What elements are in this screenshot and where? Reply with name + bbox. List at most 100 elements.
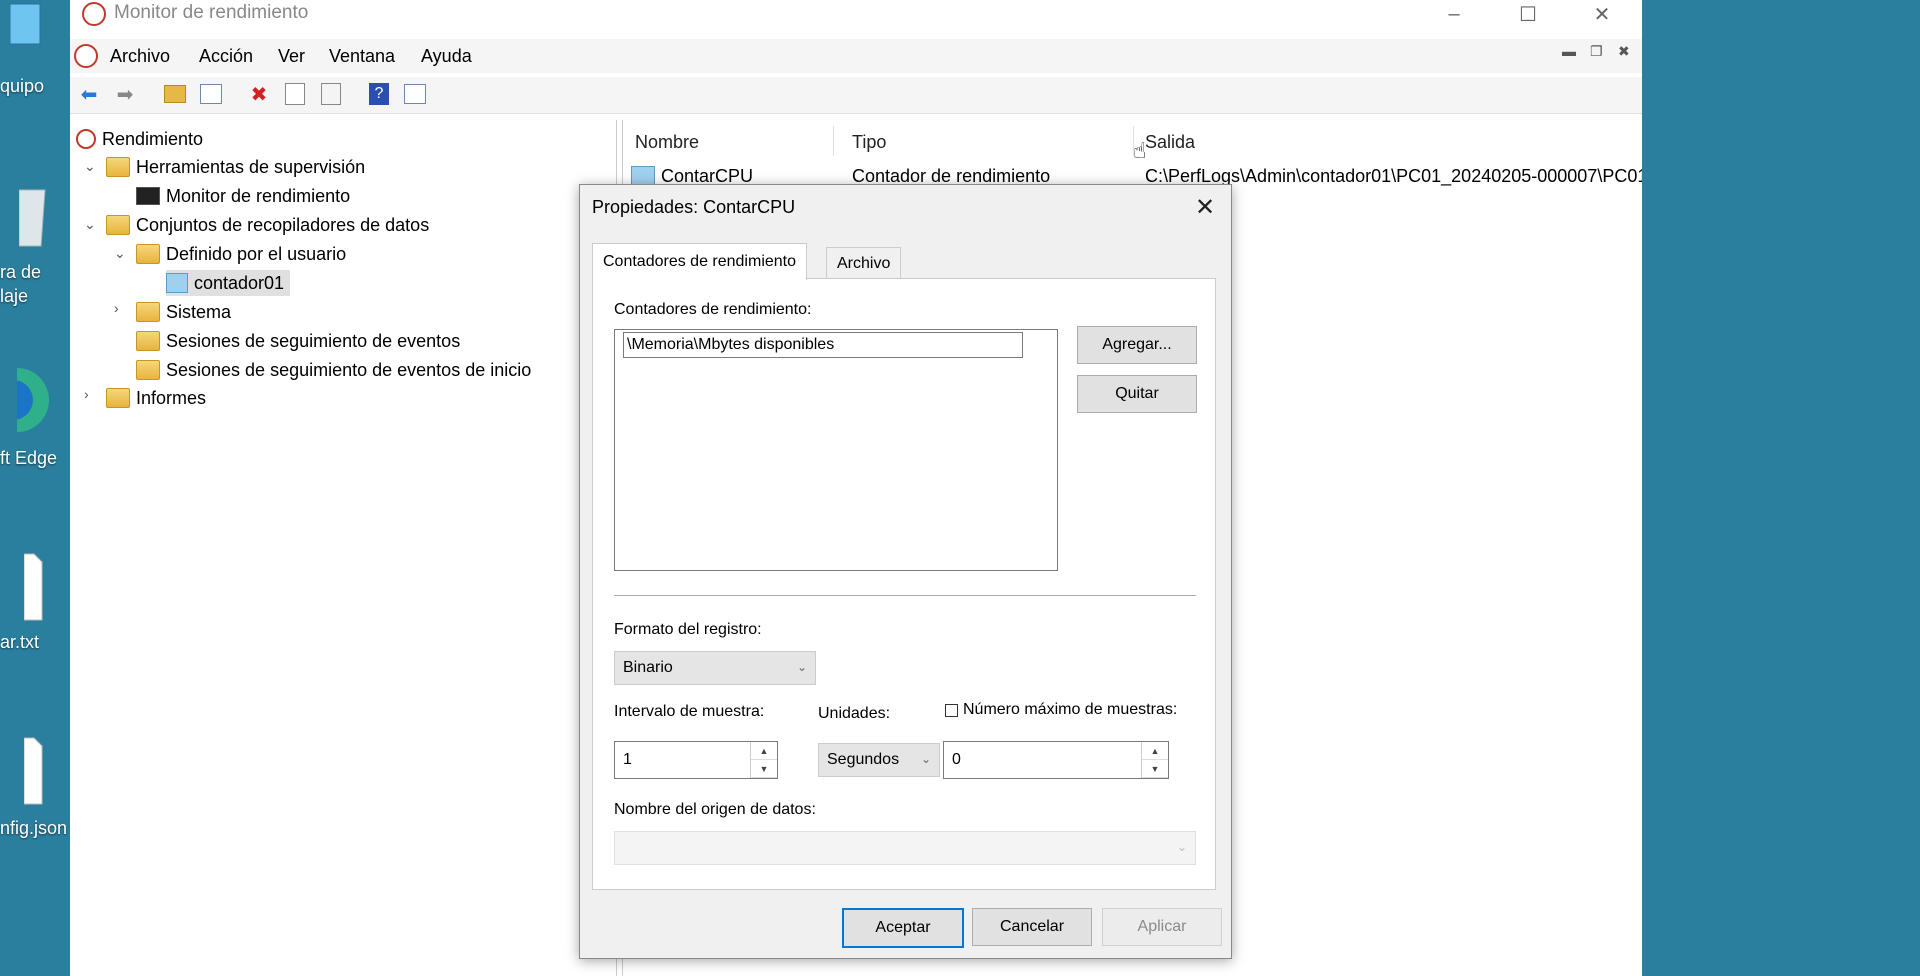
column-header-tipo[interactable]: Tipo — [852, 132, 886, 153]
desktop-label-txt: ar.txt — [0, 632, 40, 652]
menu-ver[interactable]: Ver — [278, 46, 305, 67]
format-select[interactable]: Binario ⌄ — [614, 651, 816, 685]
spin-up-icon[interactable]: ▲ — [751, 742, 777, 760]
menu-archivo[interactable]: Archivo — [110, 46, 170, 67]
data-collector-icon — [166, 273, 188, 293]
counters-listbox[interactable]: \Memoria\Mbytes disponibles — [614, 329, 1058, 571]
json-file-icon[interactable] — [0, 736, 68, 811]
column-header-nombre[interactable]: Nombre — [635, 132, 699, 153]
units-select[interactable]: Segundos ⌄ — [818, 743, 940, 777]
interval-value: 1 — [623, 751, 632, 768]
close-window-button[interactable]: ✕ — [1572, 0, 1632, 28]
show-hide-tree-icon[interactable] — [198, 81, 224, 107]
format-label: Formato del registro: — [614, 621, 762, 638]
tree-item-monitor[interactable]: Monitor de rendimiento — [136, 183, 350, 209]
folder-icon — [106, 215, 130, 235]
tab-contadores[interactable]: Contadores de rendimiento — [592, 243, 808, 280]
window-title: Monitor de rendimiento — [114, 2, 309, 23]
tree-item-sistema[interactable]: Sistema — [136, 299, 231, 325]
menu-ayuda[interactable]: Ayuda — [421, 46, 472, 67]
tree-label-sesiones-inicio: Sesiones de seguimiento de eventos de in… — [166, 359, 532, 380]
tab-archivo[interactable]: Archivo — [826, 247, 902, 280]
spin-up-icon[interactable]: ▲ — [1142, 742, 1168, 760]
datasource-select: ⌄ — [614, 831, 1196, 865]
help-icon[interactable]: ? — [366, 81, 392, 107]
monitor-chart-icon — [136, 187, 160, 205]
toolbar: ⬅ ➡ ✖ ? — [70, 77, 1642, 114]
delete-icon[interactable]: ✖ — [246, 81, 272, 107]
desktop-label-edge: ft Edge — [0, 448, 58, 468]
max-samples-stepper[interactable]: ▲ ▼ — [1141, 742, 1168, 778]
reports-folder-icon — [106, 388, 130, 408]
trace-folder-icon — [136, 360, 160, 380]
chevron-right-icon[interactable]: › — [84, 386, 89, 402]
maximize-button[interactable]: ☐ — [1498, 0, 1558, 28]
remove-counter-button[interactable]: Quitar — [1077, 375, 1197, 413]
export-list-icon[interactable] — [318, 81, 344, 107]
tree-item-informes[interactable]: Informes — [106, 385, 206, 411]
tree-label-conjuntos: Conjuntos de recopiladores de datos — [136, 214, 430, 235]
desktop-label-json: nfig.json — [0, 818, 68, 838]
tree-item-contador01[interactable]: contador01 — [166, 270, 291, 296]
spin-down-icon[interactable]: ▼ — [751, 760, 777, 778]
units-label: Unidades: — [818, 705, 891, 722]
interval-label: Intervalo de muestra: — [614, 703, 765, 720]
chevron-down-icon: ⌄ — [920, 752, 931, 766]
chevron-right-icon[interactable]: › — [114, 300, 119, 316]
dialog-title: Propiedades: ContarCPU — [592, 197, 796, 217]
back-icon[interactable]: ⬅ — [76, 81, 102, 107]
desktop-label-equipo: quipo — [0, 76, 45, 96]
child-restore-icon[interactable]: ❐ — [1590, 43, 1603, 60]
system-folder-icon — [136, 302, 160, 322]
action-pane-icon[interactable] — [402, 81, 428, 107]
menu-accion[interactable]: Acción — [199, 46, 253, 67]
add-counter-button[interactable]: Agregar... — [1077, 326, 1197, 364]
tree-label-sistema: Sistema — [166, 301, 232, 322]
recycle-bin-icon[interactable] — [0, 180, 68, 255]
tree-label-definido: Definido por el usuario — [166, 243, 347, 264]
max-samples-checkbox[interactable] — [945, 704, 958, 717]
chevron-down-icon: ⌄ — [796, 660, 807, 674]
child-minimize-icon[interactable]: ▬ — [1562, 43, 1576, 59]
max-samples-label: Número máximo de muestras: — [963, 701, 1178, 718]
tree-item-rendimiento[interactable]: Rendimiento — [76, 126, 203, 152]
tree-item-conjuntos[interactable]: Conjuntos de recopiladores de datos — [106, 212, 429, 238]
chevron-down-icon[interactable]: ⌄ — [84, 158, 96, 175]
tree-item-sesiones-inicio[interactable]: Sesiones de seguimiento de eventos de in… — [136, 357, 531, 383]
menu-ventana[interactable]: Ventana — [329, 46, 395, 67]
tree-item-herramientas[interactable]: Herramientas de supervisión — [106, 154, 365, 180]
interval-stepper[interactable]: ▲ ▼ — [750, 742, 777, 778]
perfmon-app-icon — [82, 2, 106, 26]
tree-label-informes: Informes — [136, 387, 207, 408]
format-value: Binario — [623, 659, 673, 676]
tree-label-contador01: contador01 — [194, 272, 285, 293]
chevron-down-icon[interactable]: ⌄ — [84, 216, 96, 233]
child-close-icon[interactable]: ✖ — [1618, 43, 1630, 60]
edge-icon[interactable] — [0, 360, 68, 445]
up-folder-icon[interactable] — [162, 81, 188, 107]
cancel-button[interactable]: Cancelar — [972, 908, 1092, 946]
folder-icon — [106, 157, 130, 177]
hand-cursor-icon: ☝ — [1133, 138, 1147, 163]
forward-icon[interactable]: ➡ — [112, 81, 138, 107]
dialog-close-button[interactable]: ✕ — [1187, 189, 1223, 225]
text-file-icon[interactable] — [0, 552, 68, 627]
spin-down-icon[interactable]: ▼ — [1142, 760, 1168, 778]
chevron-down-icon: ⌄ — [1176, 840, 1187, 854]
maximize-icon: ☐ — [1519, 3, 1537, 26]
list-item[interactable]: \Memoria\Mbytes disponibles — [623, 332, 1023, 358]
units-value: Segundos — [827, 751, 900, 768]
mmc-system-menu-icon[interactable] — [74, 44, 98, 68]
minimize-button[interactable]: – — [1424, 0, 1484, 28]
computer-icon[interactable] — [0, 0, 68, 60]
ok-button[interactable]: Aceptar — [842, 908, 964, 948]
column-divider[interactable] — [833, 126, 834, 156]
tree-item-definido[interactable]: Definido por el usuario — [136, 241, 346, 267]
datasource-label: Nombre del origen de datos: — [614, 801, 816, 818]
interval-field[interactable]: 1 ▲ ▼ — [614, 741, 778, 779]
column-header-salida[interactable]: Salida — [1145, 132, 1195, 153]
properties-icon[interactable] — [282, 81, 308, 107]
max-samples-field[interactable]: 0 ▲ ▼ — [943, 741, 1169, 779]
tree-item-sesiones[interactable]: Sesiones de seguimiento de eventos — [136, 328, 460, 354]
chevron-down-icon[interactable]: ⌄ — [114, 245, 126, 262]
